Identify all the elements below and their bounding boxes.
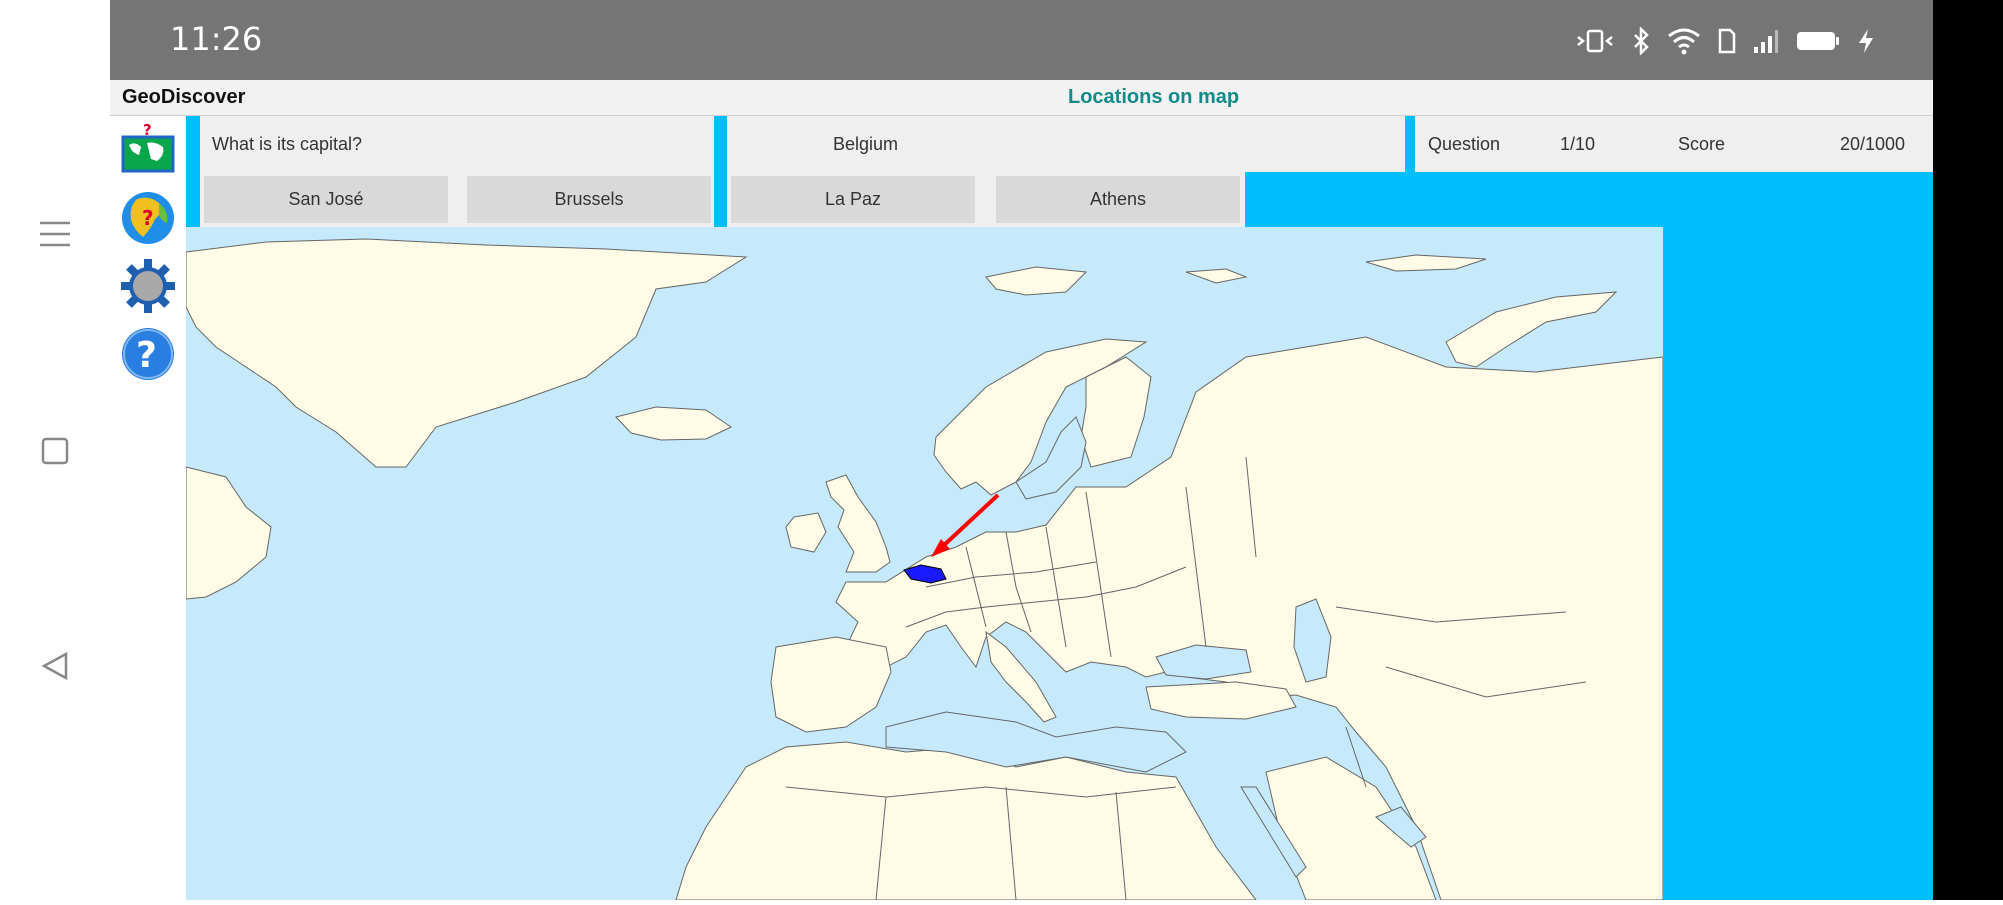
answer-button-3[interactable]: La Paz [731, 176, 975, 223]
status-bar: 11:26 [110, 0, 1933, 80]
system-navigation-rail [0, 0, 110, 900]
map-land-turkey [1145, 681, 1297, 720]
signal-icon [1753, 24, 1779, 58]
svg-text:?: ? [136, 335, 157, 376]
map-view[interactable] [185, 227, 1664, 901]
map-land-iberia [770, 636, 892, 733]
answer-button-2[interactable]: Brussels [467, 176, 711, 223]
status-icons [1575, 24, 1875, 58]
help-icon[interactable]: ? [118, 324, 178, 384]
bluetooth-icon [1631, 24, 1651, 58]
quiz-prompt: What is its capital? [212, 134, 363, 154]
vibrate-icon [1575, 24, 1615, 58]
map-land-ireland [785, 512, 827, 553]
recents-icon[interactable] [34, 430, 76, 472]
question-label: Question [1428, 134, 1501, 154]
app-title-bar: GeoDiscover Locations on map [110, 80, 1933, 116]
status-clock: 11:26 [170, 20, 263, 58]
world-map[interactable] [185, 227, 1664, 901]
app-name: GeoDiscover [122, 86, 246, 108]
menu-icon[interactable] [34, 213, 76, 255]
wifi-icon [1667, 24, 1701, 58]
map-land-iceland [615, 406, 732, 441]
map-land-africa [675, 741, 1258, 901]
sim-icon [1717, 24, 1737, 58]
quiz-subject: Belgium [833, 134, 899, 154]
score-label: Score [1678, 134, 1726, 154]
battery-icon [1795, 24, 1841, 58]
score-value: 20/1000 [1840, 134, 1906, 154]
map-land-svalbard [985, 266, 1088, 296]
question-counter: 1/10 [1560, 134, 1596, 154]
back-icon[interactable] [34, 645, 76, 687]
map-land-canada-edge [185, 466, 272, 600]
map-land-franz-josef-2 [1365, 254, 1487, 272]
map-land-novaya-zemlya [1445, 291, 1618, 368]
svg-text:?: ? [142, 206, 154, 230]
map-land-great-britain [825, 474, 891, 573]
tool-column: ? ? ? [110, 116, 186, 900]
settings-gear-icon[interactable] [118, 256, 178, 316]
globe-quiz-icon[interactable]: ? [118, 188, 178, 248]
screen-edge [1933, 0, 2003, 900]
map-side-panel [1663, 227, 1933, 900]
subject-panel [727, 116, 1405, 172]
charging-icon [1857, 24, 1875, 58]
mode-title: Locations on map [1068, 86, 1240, 108]
map-land-franz-josef [1185, 268, 1248, 284]
map-quiz-icon[interactable]: ? [118, 120, 178, 180]
answer-button-4[interactable]: Athens [996, 176, 1240, 223]
answer-button-1[interactable]: San José [204, 176, 448, 223]
